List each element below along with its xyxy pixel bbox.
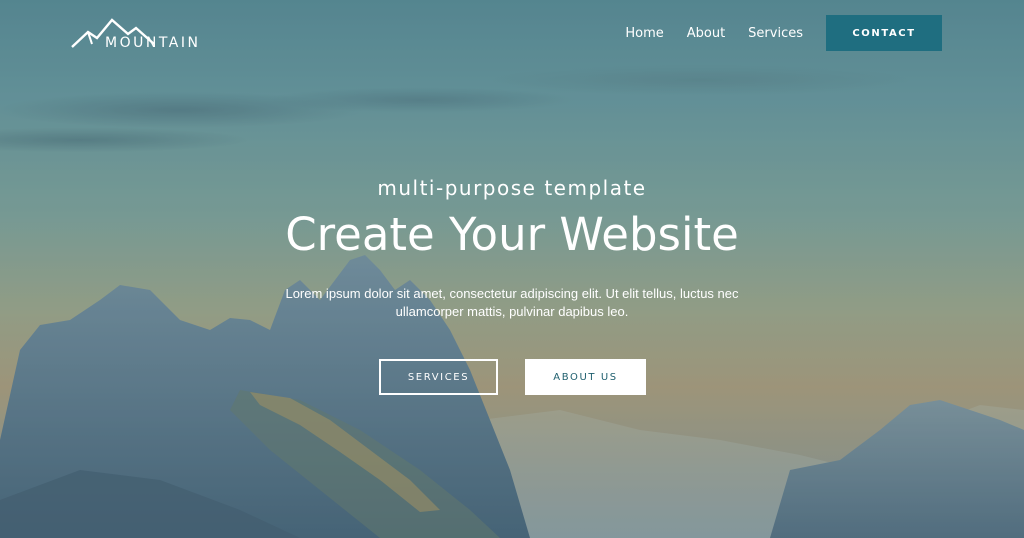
hero-description: Lorem ipsum dolor sit amet, consectetur …: [285, 286, 739, 319]
site-logo[interactable]: MOUNTAIN: [70, 14, 210, 54]
about-us-button[interactable]: ABOUT US: [525, 359, 646, 395]
color-overlay: [0, 0, 1024, 538]
services-button[interactable]: SERVICES: [379, 359, 498, 395]
contact-button[interactable]: CONTACT: [826, 15, 942, 51]
main-nav: Home About Services CONTACT: [625, 15, 942, 51]
hero-buttons: SERVICES ABOUT US: [0, 359, 1024, 395]
nav-link-home[interactable]: Home: [625, 26, 663, 41]
hero-section: MOUNTAIN Home About Services CONTACT mul…: [0, 0, 1024, 538]
nav-link-about[interactable]: About: [687, 26, 725, 41]
site-header: MOUNTAIN Home About Services CONTACT: [0, 0, 1024, 70]
hero-title: Create Your Website: [285, 208, 739, 261]
logo-text: MOUNTAIN: [105, 35, 201, 51]
hero-subtitle: multi-purpose template: [377, 176, 647, 200]
nav-link-services[interactable]: Services: [748, 26, 803, 41]
